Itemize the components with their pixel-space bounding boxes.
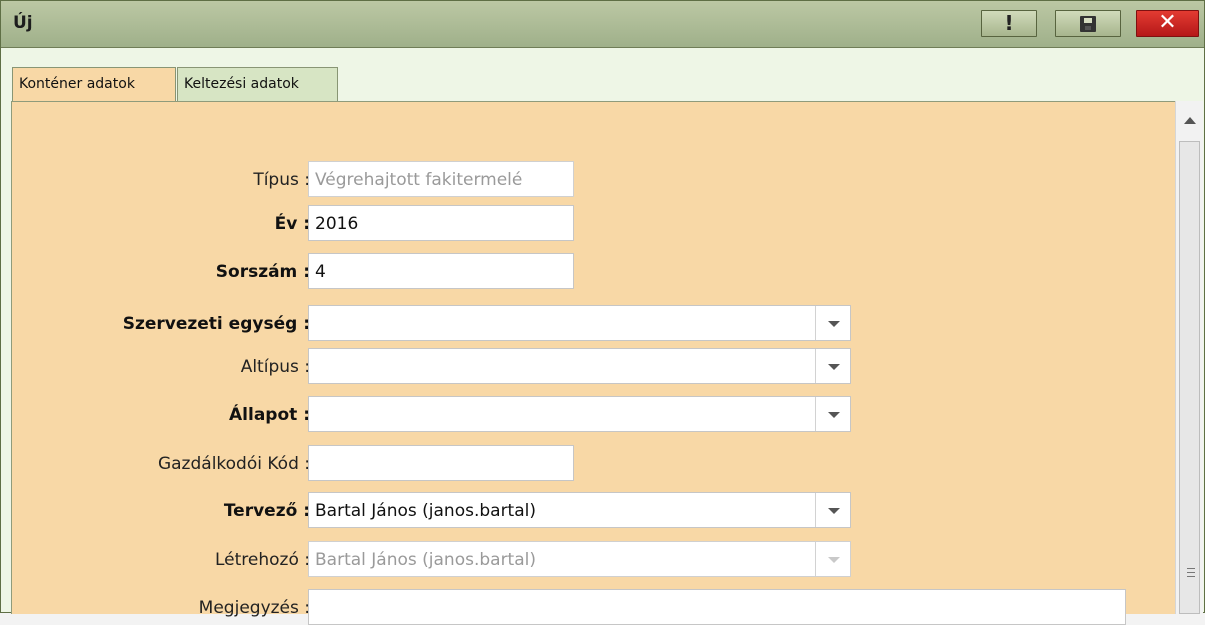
szervezeti-egyseg-select[interactable] [308,305,851,341]
allapot-label: Állapot : [229,405,310,425]
row-tervezo: Tervező : Bartal János (janos.bartal) [12,492,1172,528]
warning-button[interactable]: ! [981,10,1037,37]
row-altipus: Altípus : [12,348,1172,384]
save-button[interactable] [1055,10,1121,37]
row-sorszam: Sorszám : 4 [12,253,1172,289]
altipus-select[interactable] [308,348,851,384]
allapot-select[interactable] [308,396,851,432]
ev-field[interactable]: 2016 [308,205,574,241]
warning-icon: ! [1004,11,1014,35]
megjegyzes-field[interactable] [308,589,1126,625]
letrehozo-value: Bartal János (janos.bartal) [315,550,536,570]
row-gazdalkodoi-kod: Gazdálkodói Kód : [12,445,1172,481]
title-bar: Új ! ✕ [1,1,1204,48]
tervezo-label: Tervező : [223,501,310,521]
close-icon: ✕ [1158,10,1177,35]
szervezeti-egyseg-label: Szervezeti egység : [122,314,310,334]
chevron-down-icon[interactable] [815,349,850,383]
chevron-down-icon [815,542,850,576]
scroll-up-icon[interactable] [1184,117,1196,124]
sorszam-field[interactable]: 4 [308,253,574,289]
chevron-down-icon[interactable] [815,493,850,527]
letrehozo-select: Bartal János (janos.bartal) [308,541,851,577]
ev-label: Év : [274,214,310,234]
close-button[interactable]: ✕ [1136,10,1199,37]
altipus-label: Altípus : [240,357,310,377]
grip-icon [1187,568,1195,577]
form-panel: Típus : Végrehajtott fakitermelé Év : 20… [11,101,1175,625]
tervezo-value: Bartal János (janos.bartal) [315,501,536,521]
chevron-down-icon[interactable] [815,397,850,431]
tab-keltezesi-adatok[interactable]: Keltezési adatok [177,67,338,101]
row-szervezeti-egyseg: Szervezeti egység : [12,305,1172,341]
window-title: Új [13,13,33,33]
save-icon [1080,15,1096,32]
gazdalkodoi-kod-field[interactable] [308,445,574,481]
gazdalkodoi-kod-label: Gazdálkodói Kód : [157,454,310,474]
tab-kontener-adatok[interactable]: Konténer adatok [12,67,176,102]
tipus-field: Végrehajtott fakitermelé [308,161,574,197]
sorszam-label: Sorszám : [215,262,310,282]
row-tipus: Típus : Végrehajtott fakitermelé [12,161,1172,197]
row-allapot: Állapot : [12,396,1172,432]
form-window: Új ! ✕ Konténer adatok Keltezési adatok … [0,0,1205,625]
row-letrehozo: Létrehozó : Bartal János (janos.bartal) [12,541,1172,577]
megjegyzes-label: Megjegyzés : [198,598,310,618]
row-megjegyzes: Megjegyzés : [12,589,1172,625]
vertical-scrollbar[interactable] [1175,101,1203,614]
chevron-down-icon[interactable] [815,306,850,340]
tipus-label: Típus : [253,170,310,190]
scroll-thumb[interactable] [1179,141,1200,614]
tervezo-select[interactable]: Bartal János (janos.bartal) [308,492,851,528]
row-ev: Év : 2016 [12,205,1172,241]
letrehozo-label: Létrehozó : [214,550,310,570]
